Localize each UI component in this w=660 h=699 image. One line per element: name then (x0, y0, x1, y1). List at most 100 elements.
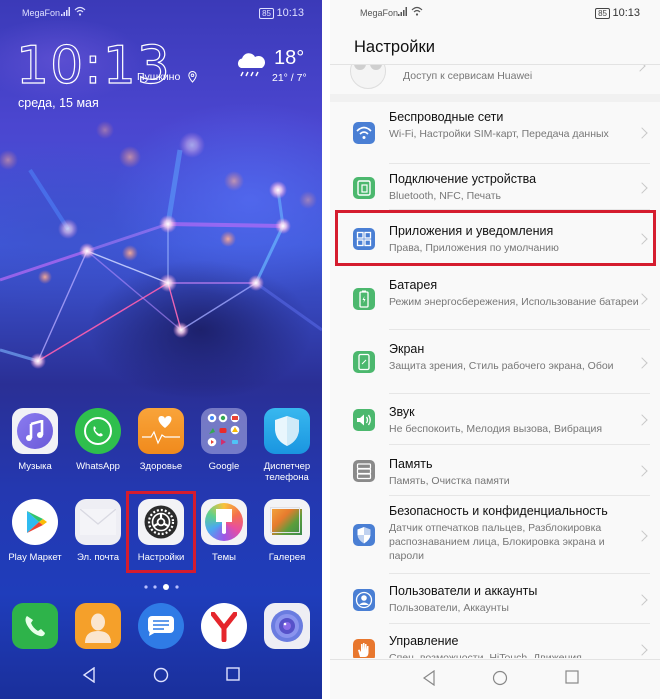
settings-item-management[interactable]: Управление Спец. возможности, HiTouch, Д… (330, 624, 660, 658)
item-subtitle: Режим энергосбережения, Использование ба… (389, 296, 639, 308)
app-label: Диспетчер телефона (263, 461, 311, 483)
camera-icon (264, 603, 310, 649)
dock-yandex[interactable] (194, 603, 254, 649)
carrier-label: MegaFon (22, 8, 61, 18)
status-bar: MegaFon 85 10:13 (0, 5, 322, 23)
settings-item-battery[interactable]: Батарея Режим энергосбережения, Использо… (330, 268, 660, 330)
app-phone-manager[interactable]: Диспетчер телефона (257, 408, 317, 483)
user-icon (353, 589, 375, 611)
item-subtitle: Не беспокоить, Мелодия вызова, Вибрация (389, 423, 603, 435)
app-folder-google[interactable]: Google (194, 408, 254, 472)
dock-phone[interactable] (5, 603, 65, 649)
hand-icon (353, 639, 375, 658)
wifi-icon (74, 6, 86, 16)
cloud-rain-icon[interactable] (235, 50, 267, 80)
chevron-right-icon (634, 65, 646, 72)
wifi-icon (353, 122, 375, 144)
status-time: 10:13 (612, 7, 640, 19)
item-title: Пользователи и аккаунты (389, 584, 538, 598)
back-button[interactable] (422, 670, 436, 686)
device-connection-icon (353, 177, 375, 199)
settings-screen: MegaFon 85 10:13 Настройки Доступ к серв… (330, 0, 660, 699)
recents-button[interactable] (226, 667, 240, 681)
item-subtitle: Память, Очистка памяти (389, 475, 510, 487)
display-icon (353, 351, 375, 373)
highlight-box-settings-app (126, 491, 196, 573)
avatar (350, 65, 386, 89)
page-indicator[interactable] (144, 583, 180, 591)
app-label: Google (208, 461, 240, 472)
settings-item-wireless[interactable]: Беспроводные сети Wi-Fi, Настройки SIM-к… (330, 102, 660, 164)
battery-indicator: 85 (259, 8, 274, 19)
sound-icon (353, 409, 375, 431)
whatsapp-icon (75, 408, 121, 454)
email-icon (75, 499, 121, 545)
navigation-bar (330, 659, 660, 699)
item-title: Батарея (389, 278, 438, 292)
item-title: Управление (389, 634, 459, 648)
settings-list[interactable]: Доступ к сервисам Huawei Беспроводные се… (330, 64, 660, 658)
section-divider (330, 94, 660, 102)
app-themes[interactable]: Темы (194, 499, 254, 563)
signal-icon (398, 7, 407, 16)
location-label[interactable]: Пушкино (137, 71, 180, 83)
page-title: Настройки (354, 38, 435, 56)
account-subtitle: Доступ к сервисам Huawei (403, 70, 533, 82)
app-label: Эл. почта (76, 552, 120, 563)
settings-item-display[interactable]: Экран Защита зрения, Стиль рабочего экра… (330, 330, 660, 394)
shield-icon (353, 524, 375, 546)
app-label: WhatsApp (76, 461, 120, 472)
home-button[interactable] (492, 670, 508, 686)
music-icon (12, 408, 58, 454)
app-label: Темы (212, 552, 236, 563)
status-bar: MegaFon 85 10:13 (330, 5, 660, 23)
location-pin-icon (188, 71, 197, 83)
health-icon (138, 408, 184, 454)
app-gallery[interactable]: Галерея (257, 499, 317, 563)
temperature-range: 21° / 7° (272, 72, 307, 84)
temperature: 18° (274, 47, 305, 69)
item-title: Беспроводные сети (389, 110, 504, 124)
app-label: Музыка (18, 461, 52, 472)
storage-icon (353, 460, 375, 482)
wifi-icon (411, 6, 423, 16)
dock-contacts[interactable] (68, 603, 128, 649)
settings-item-storage[interactable]: Память Память, Очистка памяти (330, 445, 660, 496)
app-play-store[interactable]: Play Маркет (5, 499, 65, 563)
battery-indicator: 85 (595, 8, 610, 19)
app-music[interactable]: Музыка (5, 408, 65, 472)
settings-item-device-connection[interactable]: Подключение устройства Bluetooth, NFC, П… (330, 164, 660, 210)
google-folder-icon (201, 408, 247, 454)
back-button[interactable] (82, 667, 96, 683)
dock-camera[interactable] (257, 603, 317, 649)
item-title: Звук (389, 405, 415, 419)
messages-icon (138, 603, 184, 649)
yandex-browser-icon (201, 603, 247, 649)
item-subtitle: Датчик отпечатков пальцев, Разблокировка… (389, 522, 605, 562)
lockscreen-clock: 10:13 (15, 36, 171, 96)
gallery-icon (264, 499, 310, 545)
app-health[interactable]: Здоровье (131, 408, 191, 472)
home-screen: MegaFon 85 10:13 10:13 Пушкино среда, 15… (0, 0, 322, 699)
item-subtitle: Wi-Fi, Настройки SIM-карт, Передача данн… (389, 128, 609, 140)
item-subtitle: Пользователи, Аккаунты (389, 602, 509, 614)
item-title: Экран (389, 342, 425, 356)
settings-item-sound[interactable]: Звук Не беспокоить, Мелодия вызова, Вибр… (330, 394, 660, 445)
settings-item-huawei-account[interactable]: Доступ к сервисам Huawei (330, 65, 660, 95)
navigation-bar (0, 655, 322, 699)
app-label: Play Маркет (8, 552, 62, 563)
home-button[interactable] (153, 667, 169, 683)
recents-button[interactable] (565, 670, 579, 684)
dock-messages[interactable] (131, 603, 191, 649)
carrier-label: MegaFon (360, 8, 399, 18)
settings-item-users-accounts[interactable]: Пользователи и аккаунты Пользователи, Ак… (330, 574, 660, 624)
item-subtitle: Bluetooth, NFC, Печать (389, 190, 502, 202)
signal-icon (61, 7, 70, 16)
app-whatsapp[interactable]: WhatsApp (68, 408, 128, 472)
app-label: Здоровье (139, 461, 183, 472)
app-email[interactable]: Эл. почта (68, 499, 128, 563)
status-time: 10:13 (276, 7, 304, 19)
settings-item-security[interactable]: Безопасность и конфиденциальность Датчик… (330, 496, 660, 574)
phone-icon (12, 603, 58, 649)
highlight-box-apps-notifications (335, 210, 656, 266)
